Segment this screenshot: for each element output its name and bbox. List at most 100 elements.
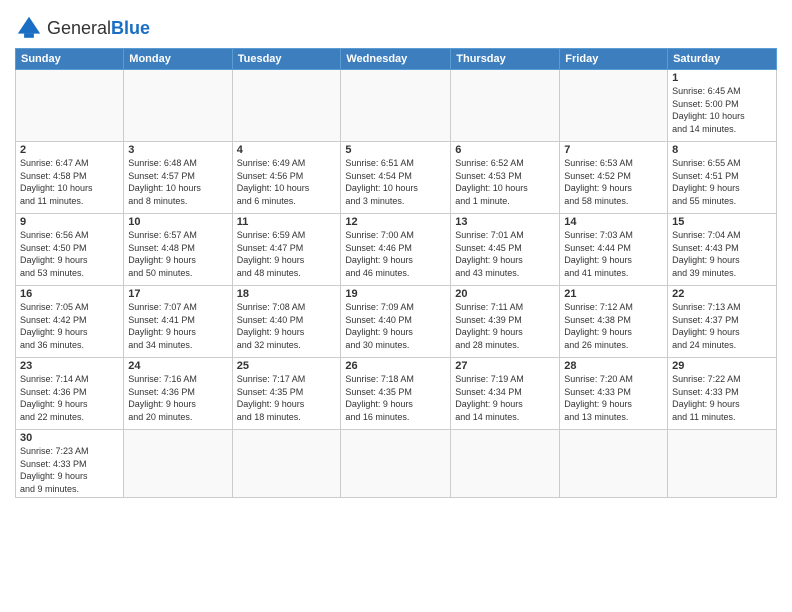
day-info: Sunrise: 7:05 AM Sunset: 4:42 PM Dayligh… [20, 301, 119, 351]
calendar-week-row: 9Sunrise: 6:56 AM Sunset: 4:50 PM Daylig… [16, 214, 777, 286]
day-info: Sunrise: 7:01 AM Sunset: 4:45 PM Dayligh… [455, 229, 555, 279]
calendar-week-row: 30Sunrise: 7:23 AM Sunset: 4:33 PM Dayli… [16, 430, 777, 498]
day-number: 29 [672, 360, 772, 372]
day-number: 3 [128, 144, 227, 156]
day-info: Sunrise: 6:47 AM Sunset: 4:58 PM Dayligh… [20, 157, 119, 207]
logo-text: GeneralBlue [47, 18, 150, 39]
calendar-cell [16, 70, 124, 142]
day-info: Sunrise: 7:12 AM Sunset: 4:38 PM Dayligh… [564, 301, 663, 351]
calendar-cell: 6Sunrise: 6:52 AM Sunset: 4:53 PM Daylig… [451, 142, 560, 214]
day-number: 14 [564, 216, 663, 228]
calendar-cell [341, 430, 451, 498]
calendar-cell [451, 430, 560, 498]
day-number: 10 [128, 216, 227, 228]
header: GeneralBlue [15, 10, 777, 42]
calendar-cell [124, 70, 232, 142]
day-number: 20 [455, 288, 555, 300]
day-number: 19 [345, 288, 446, 300]
day-info: Sunrise: 7:19 AM Sunset: 4:34 PM Dayligh… [455, 373, 555, 423]
weekday-header-row: SundayMondayTuesdayWednesdayThursdayFrid… [16, 49, 777, 70]
calendar-week-row: 16Sunrise: 7:05 AM Sunset: 4:42 PM Dayli… [16, 286, 777, 358]
calendar-cell: 5Sunrise: 6:51 AM Sunset: 4:54 PM Daylig… [341, 142, 451, 214]
calendar-cell: 17Sunrise: 7:07 AM Sunset: 4:41 PM Dayli… [124, 286, 232, 358]
calendar-cell: 13Sunrise: 7:01 AM Sunset: 4:45 PM Dayli… [451, 214, 560, 286]
generalblue-logo-icon [15, 14, 43, 42]
day-number: 8 [672, 144, 772, 156]
calendar-cell: 27Sunrise: 7:19 AM Sunset: 4:34 PM Dayli… [451, 358, 560, 430]
day-number: 11 [237, 216, 337, 228]
day-info: Sunrise: 6:51 AM Sunset: 4:54 PM Dayligh… [345, 157, 446, 207]
calendar-cell: 1Sunrise: 6:45 AM Sunset: 5:00 PM Daylig… [668, 70, 777, 142]
calendar-cell: 8Sunrise: 6:55 AM Sunset: 4:51 PM Daylig… [668, 142, 777, 214]
calendar-cell: 28Sunrise: 7:20 AM Sunset: 4:33 PM Dayli… [560, 358, 668, 430]
calendar-week-row: 2Sunrise: 6:47 AM Sunset: 4:58 PM Daylig… [16, 142, 777, 214]
day-info: Sunrise: 7:00 AM Sunset: 4:46 PM Dayligh… [345, 229, 446, 279]
day-info: Sunrise: 6:53 AM Sunset: 4:52 PM Dayligh… [564, 157, 663, 207]
weekday-header-saturday: Saturday [668, 49, 777, 70]
weekday-header-friday: Friday [560, 49, 668, 70]
calendar-cell: 23Sunrise: 7:14 AM Sunset: 4:36 PM Dayli… [16, 358, 124, 430]
day-number: 16 [20, 288, 119, 300]
calendar-cell [341, 70, 451, 142]
calendar-cell: 15Sunrise: 7:04 AM Sunset: 4:43 PM Dayli… [668, 214, 777, 286]
day-number: 7 [564, 144, 663, 156]
day-info: Sunrise: 6:45 AM Sunset: 5:00 PM Dayligh… [672, 85, 772, 135]
calendar-cell: 16Sunrise: 7:05 AM Sunset: 4:42 PM Dayli… [16, 286, 124, 358]
day-info: Sunrise: 7:17 AM Sunset: 4:35 PM Dayligh… [237, 373, 337, 423]
day-info: Sunrise: 7:03 AM Sunset: 4:44 PM Dayligh… [564, 229, 663, 279]
day-number: 25 [237, 360, 337, 372]
calendar-cell: 2Sunrise: 6:47 AM Sunset: 4:58 PM Daylig… [16, 142, 124, 214]
day-info: Sunrise: 7:07 AM Sunset: 4:41 PM Dayligh… [128, 301, 227, 351]
day-number: 30 [20, 432, 119, 444]
calendar-cell: 19Sunrise: 7:09 AM Sunset: 4:40 PM Dayli… [341, 286, 451, 358]
weekday-header-tuesday: Tuesday [232, 49, 341, 70]
day-info: Sunrise: 7:09 AM Sunset: 4:40 PM Dayligh… [345, 301, 446, 351]
day-info: Sunrise: 7:20 AM Sunset: 4:33 PM Dayligh… [564, 373, 663, 423]
calendar-cell: 9Sunrise: 6:56 AM Sunset: 4:50 PM Daylig… [16, 214, 124, 286]
day-number: 18 [237, 288, 337, 300]
page: GeneralBlue SundayMondayTuesdayWednesday… [0, 0, 792, 612]
calendar-cell: 22Sunrise: 7:13 AM Sunset: 4:37 PM Dayli… [668, 286, 777, 358]
calendar-cell: 30Sunrise: 7:23 AM Sunset: 4:33 PM Dayli… [16, 430, 124, 498]
day-number: 4 [237, 144, 337, 156]
weekday-header-sunday: Sunday [16, 49, 124, 70]
weekday-header-thursday: Thursday [451, 49, 560, 70]
day-info: Sunrise: 6:52 AM Sunset: 4:53 PM Dayligh… [455, 157, 555, 207]
day-info: Sunrise: 7:22 AM Sunset: 4:33 PM Dayligh… [672, 373, 772, 423]
day-info: Sunrise: 6:57 AM Sunset: 4:48 PM Dayligh… [128, 229, 227, 279]
calendar-cell: 12Sunrise: 7:00 AM Sunset: 4:46 PM Dayli… [341, 214, 451, 286]
day-info: Sunrise: 7:23 AM Sunset: 4:33 PM Dayligh… [20, 445, 119, 495]
calendar-cell: 20Sunrise: 7:11 AM Sunset: 4:39 PM Dayli… [451, 286, 560, 358]
calendar-cell: 21Sunrise: 7:12 AM Sunset: 4:38 PM Dayli… [560, 286, 668, 358]
calendar-cell: 7Sunrise: 6:53 AM Sunset: 4:52 PM Daylig… [560, 142, 668, 214]
day-info: Sunrise: 6:59 AM Sunset: 4:47 PM Dayligh… [237, 229, 337, 279]
day-info: Sunrise: 7:18 AM Sunset: 4:35 PM Dayligh… [345, 373, 446, 423]
calendar-cell: 4Sunrise: 6:49 AM Sunset: 4:56 PM Daylig… [232, 142, 341, 214]
day-info: Sunrise: 6:55 AM Sunset: 4:51 PM Dayligh… [672, 157, 772, 207]
day-number: 1 [672, 72, 772, 84]
day-number: 13 [455, 216, 555, 228]
day-number: 22 [672, 288, 772, 300]
logo: GeneralBlue [15, 14, 150, 42]
calendar-cell [451, 70, 560, 142]
calendar-cell: 24Sunrise: 7:16 AM Sunset: 4:36 PM Dayli… [124, 358, 232, 430]
calendar-cell: 25Sunrise: 7:17 AM Sunset: 4:35 PM Dayli… [232, 358, 341, 430]
calendar-cell: 14Sunrise: 7:03 AM Sunset: 4:44 PM Dayli… [560, 214, 668, 286]
day-number: 28 [564, 360, 663, 372]
day-number: 21 [564, 288, 663, 300]
calendar-cell: 29Sunrise: 7:22 AM Sunset: 4:33 PM Dayli… [668, 358, 777, 430]
day-info: Sunrise: 7:04 AM Sunset: 4:43 PM Dayligh… [672, 229, 772, 279]
day-info: Sunrise: 7:16 AM Sunset: 4:36 PM Dayligh… [128, 373, 227, 423]
day-number: 23 [20, 360, 119, 372]
day-number: 9 [20, 216, 119, 228]
day-number: 26 [345, 360, 446, 372]
calendar-week-row: 23Sunrise: 7:14 AM Sunset: 4:36 PM Dayli… [16, 358, 777, 430]
day-info: Sunrise: 6:56 AM Sunset: 4:50 PM Dayligh… [20, 229, 119, 279]
calendar: SundayMondayTuesdayWednesdayThursdayFrid… [15, 48, 777, 498]
calendar-cell: 18Sunrise: 7:08 AM Sunset: 4:40 PM Dayli… [232, 286, 341, 358]
calendar-cell [668, 430, 777, 498]
day-info: Sunrise: 7:08 AM Sunset: 4:40 PM Dayligh… [237, 301, 337, 351]
day-number: 27 [455, 360, 555, 372]
day-number: 17 [128, 288, 227, 300]
day-number: 12 [345, 216, 446, 228]
